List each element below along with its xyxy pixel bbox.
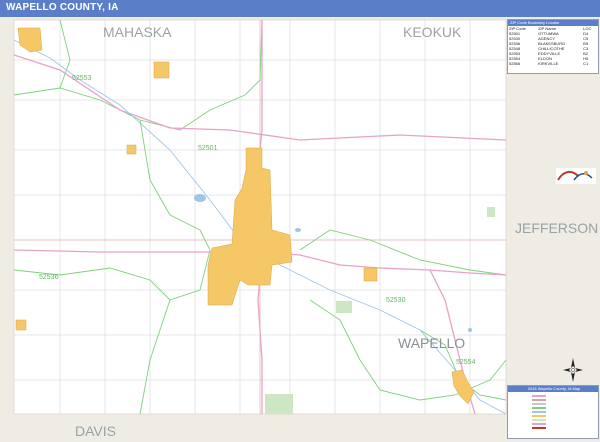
- neighbor-keokuk: KEOKUK: [403, 24, 462, 40]
- city-town-1: [153, 61, 170, 79]
- map-legend-inset: 2016 Wapello County, IA Map: [507, 385, 599, 439]
- map-title: WAPELLO COUNTY, IA: [6, 2, 119, 13]
- city-agency: [363, 267, 378, 282]
- compass-icon: [563, 358, 583, 382]
- legend-name: KIRKVILLE: [538, 61, 559, 66]
- zip-label-52530: 52530: [386, 297, 406, 304]
- zip-label-52553: 52553: [72, 75, 92, 82]
- legend-row: 52566 KIRKVILLE C1: [508, 61, 598, 66]
- title-bar: WAPELLO COUNTY, IA: [0, 0, 600, 17]
- neighbor-mahaska: MAHASKA: [103, 24, 172, 40]
- legend-zip: 52566: [509, 61, 521, 66]
- legend-loc: C1: [583, 61, 589, 66]
- legend-table: ZIP Code ZIP Name LOC 52501 OTTUMWA D4 525…: [508, 26, 598, 66]
- inset-rows: [510, 394, 596, 430]
- inset-row: [510, 426, 596, 430]
- inset-header: 2016 Wapello County, IA Map: [508, 386, 598, 392]
- county-label: WAPELLO: [398, 335, 465, 351]
- city-town-2: [126, 144, 137, 155]
- map-canvas[interactable]: MAHASKA KEOKUK JEFFERSON DAVIS WAPELLO 5…: [0, 17, 600, 442]
- zip-label-52554: 52554: [456, 359, 476, 366]
- zip-label-52536: 52536: [39, 274, 59, 281]
- publisher-logo-mark: [556, 168, 596, 184]
- zip-label-52501: 52501: [198, 145, 218, 152]
- zip-legend: ZIP Code Boundary Locator ZIP Code ZIP N…: [507, 19, 599, 74]
- publisher-logo: [556, 168, 596, 184]
- neighbor-jefferson: JEFFERSON: [515, 220, 598, 236]
- neighbor-davis: DAVIS: [75, 423, 116, 439]
- city-blakesburg: [15, 319, 27, 331]
